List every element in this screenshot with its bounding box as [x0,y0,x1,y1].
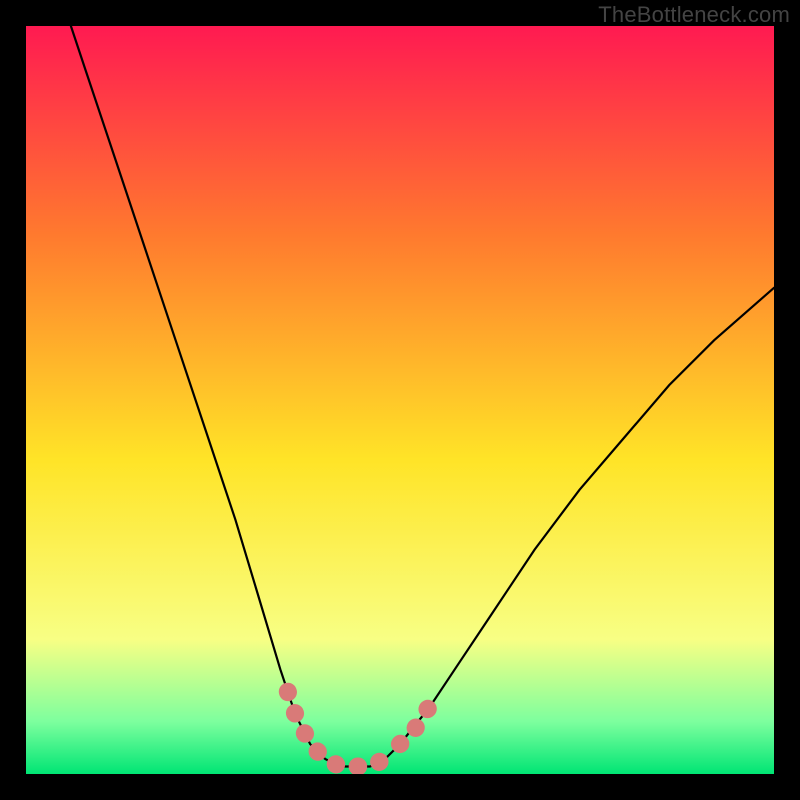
chart-frame: TheBottleneck.com [0,0,800,800]
bottleneck-chart [26,26,774,774]
watermark-text: TheBottleneck.com [598,2,790,28]
gradient-background [26,26,774,774]
plot-area [26,26,774,774]
